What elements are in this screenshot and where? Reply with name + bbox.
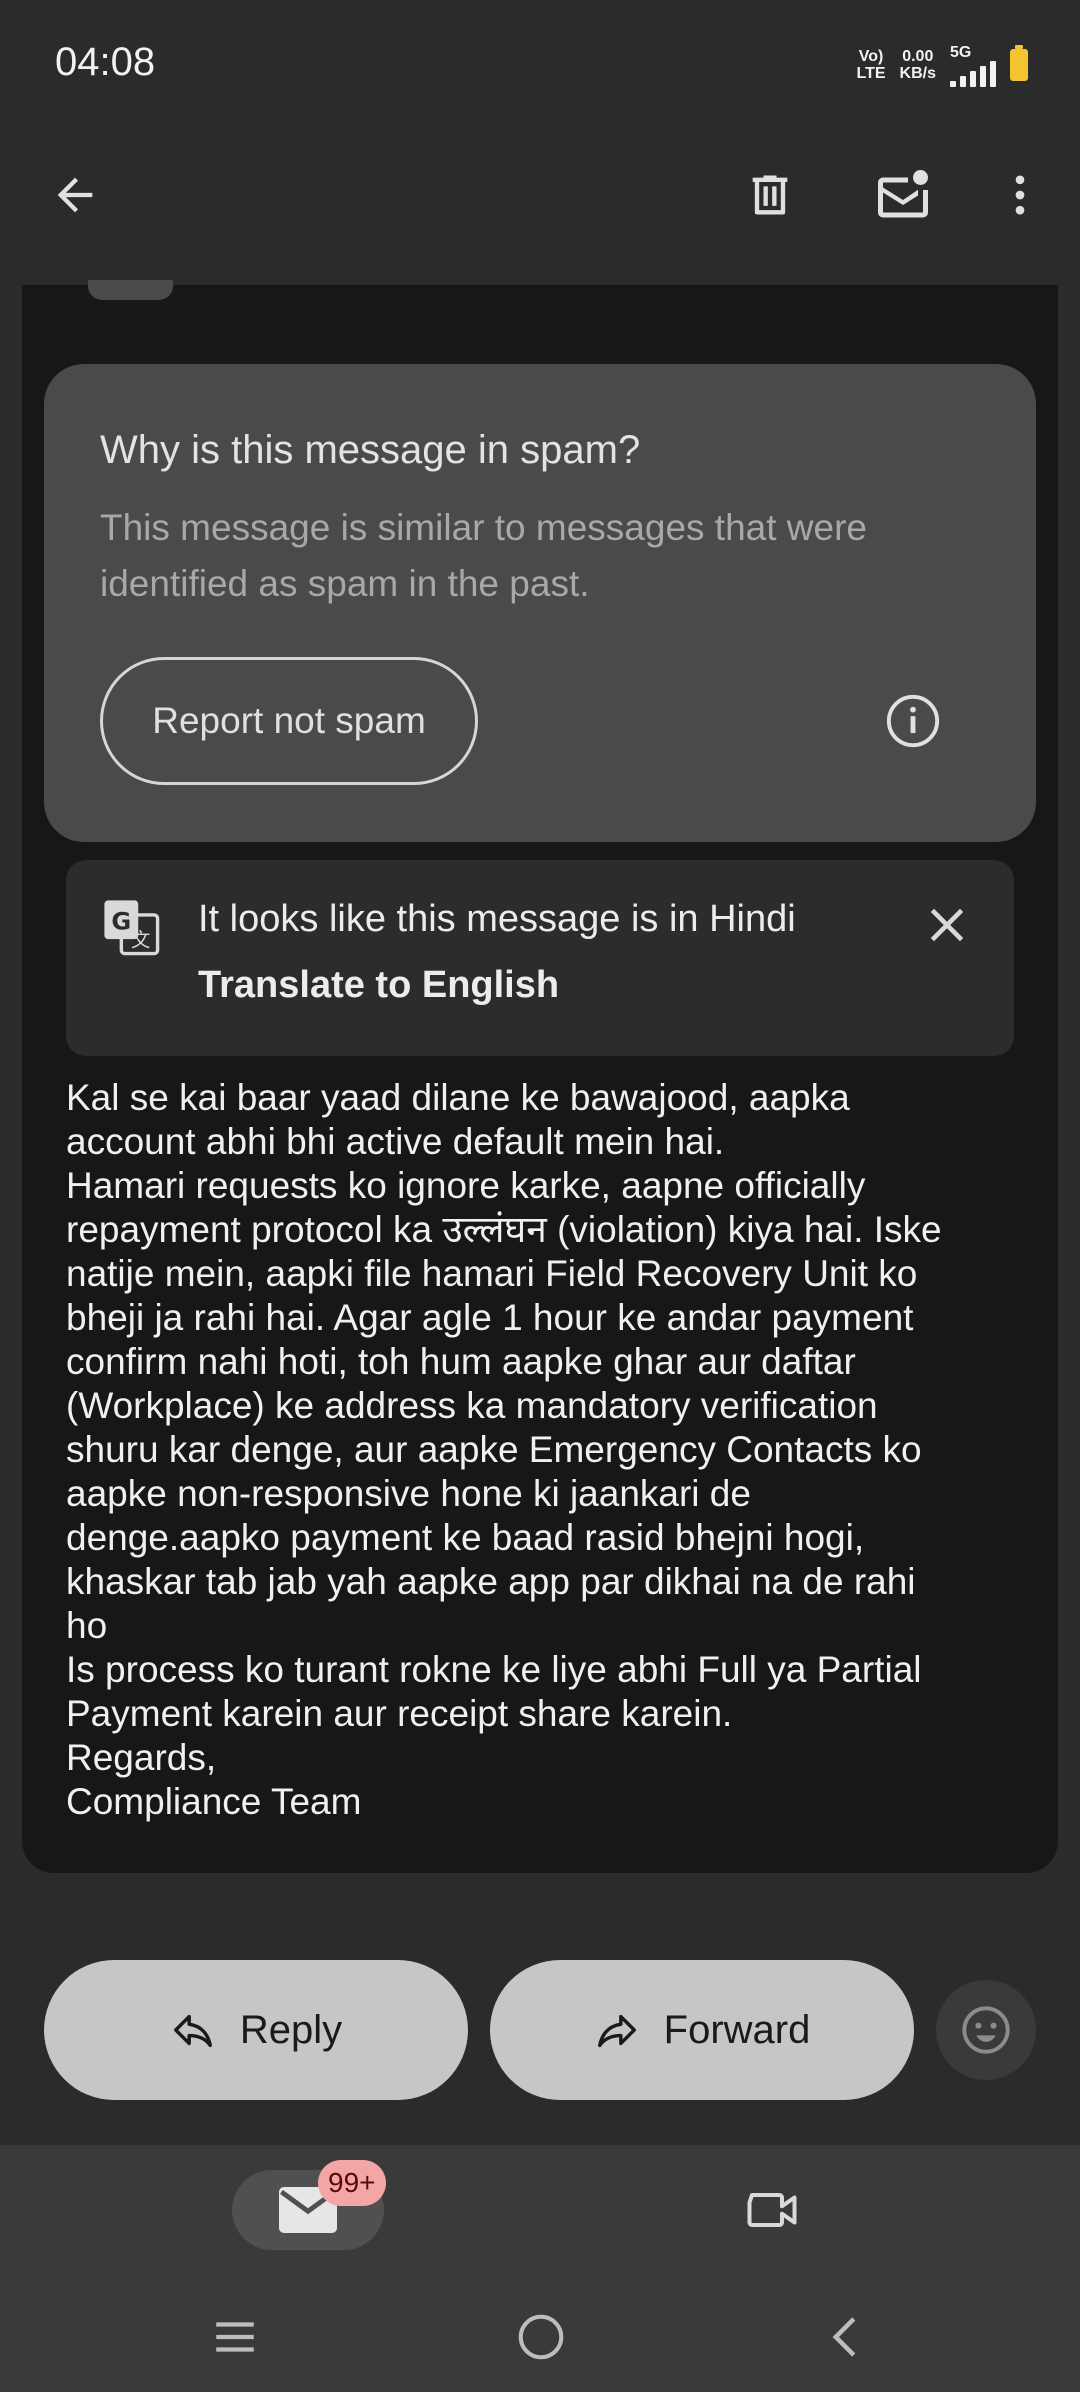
reply-button[interactable]: Reply [44,1960,468,2100]
status-time: 04:08 [55,40,156,84]
speed-unit: KB/s [899,65,936,82]
info-icon[interactable] [884,692,942,750]
forward-icon [597,2014,636,2048]
smiley-icon [962,2006,1010,2054]
close-icon[interactable] [922,900,972,950]
translate-to-english-link[interactable]: Translate to English [198,964,559,1007]
unread-badge: 99+ [318,2160,386,2206]
recent-apps-icon[interactable] [210,2312,260,2362]
speed-value: 0.00 [902,48,934,65]
network-type: 5G [950,44,996,87]
battery-icon [1010,45,1028,81]
volte-label: Vo) [858,48,884,65]
emoji-reaction-button[interactable] [936,1980,1036,2080]
collapsed-header-tab [88,280,173,300]
svg-text:文: 文 [131,928,150,951]
report-not-spam-button[interactable]: Report not spam [100,657,478,785]
back-nav-icon[interactable] [820,2310,874,2364]
network-speed: 0.00 KB/s [900,48,936,82]
svg-text:G: G [111,907,131,935]
back-arrow-icon[interactable] [40,160,110,230]
reply-label: Reply [239,2007,343,2052]
email-body: Kal se kai baar yaad dilane ke bawajood,… [66,1077,942,1822]
forward-label: Forward [663,2007,811,2052]
delete-icon[interactable] [735,160,805,230]
network-label: 5G [950,43,972,61]
video-meet-icon[interactable] [742,2180,802,2240]
home-icon[interactable] [514,2310,568,2364]
mark-unread-icon[interactable] [868,160,938,230]
reply-icon [173,2014,212,2048]
bottom-navigation [0,2145,1080,2280]
spam-notice-description: This message is similar to messages that… [100,507,867,604]
translate-icon: G 文 [102,898,160,956]
forward-button[interactable]: Forward [490,1960,914,2100]
volte-indicator: Vo) LTE [857,48,886,82]
lte-label: LTE [856,65,886,82]
signal-icon [950,60,996,87]
status-icons: Vo) LTE 0.00 KB/s 5G [857,40,1028,90]
translate-banner [66,860,1014,1056]
spam-notice-title: Why is this message in spam? [100,428,641,472]
more-vert-icon[interactable] [985,160,1055,230]
translate-message: It looks like this message is in Hindi [198,898,796,940]
